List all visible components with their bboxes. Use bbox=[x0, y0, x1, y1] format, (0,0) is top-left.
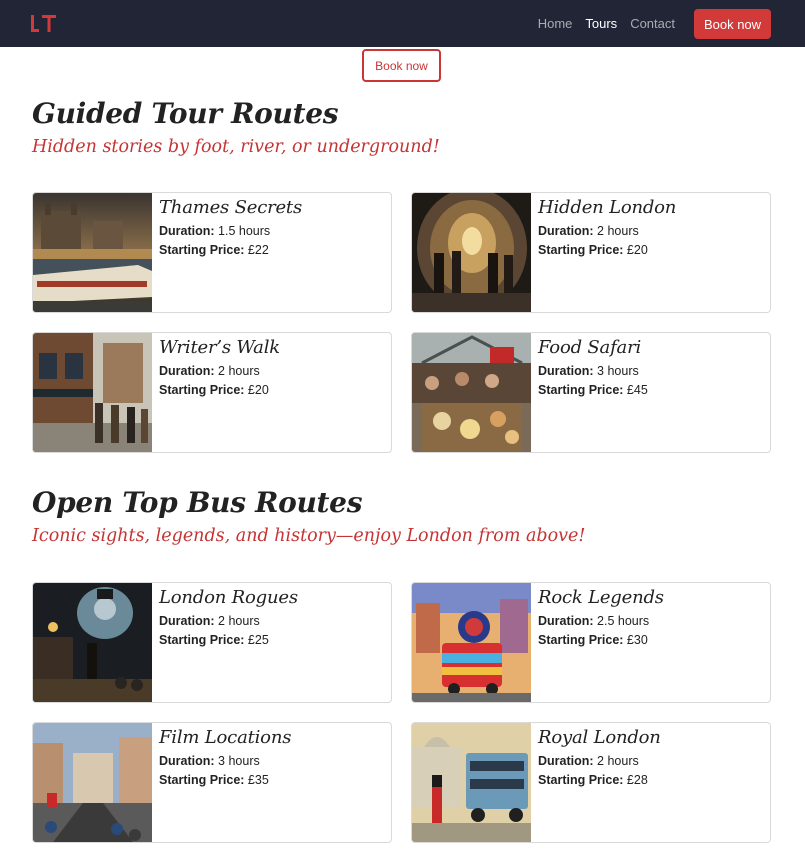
duration-label: Duration: bbox=[159, 224, 215, 238]
duration-label: Duration: bbox=[538, 614, 594, 628]
nav-link-home[interactable]: Home bbox=[538, 16, 573, 31]
duration-label: Duration: bbox=[159, 614, 215, 628]
tour-card-thames-secrets[interactable]: Thames Secrets Duration: 1.5 hours Start… bbox=[32, 192, 392, 313]
tour-card-writers-walk[interactable]: Writer’s Walk Duration: 2 hours Starting… bbox=[32, 332, 392, 453]
guided-tours-subtitle: Hidden stories by foot, river, or underg… bbox=[32, 137, 440, 157]
price-value: £35 bbox=[247, 773, 269, 787]
tour-price: Starting Price: £30 bbox=[538, 631, 664, 650]
duration-value: 1.5 hours bbox=[218, 224, 271, 238]
duration-label: Duration: bbox=[159, 754, 215, 768]
tour-title: Film Locations bbox=[159, 727, 292, 748]
tour-duration: Duration: 1.5 hours bbox=[159, 222, 302, 241]
tour-duration: Duration: 2 hours bbox=[538, 222, 676, 241]
tour-duration: Duration: 2 hours bbox=[159, 362, 280, 381]
card-body: Food Safari Duration: 3 hours Starting P… bbox=[538, 337, 648, 400]
duration-value: 2 hours bbox=[218, 614, 260, 628]
duration-label: Duration: bbox=[538, 224, 594, 238]
duration-value: 2 hours bbox=[597, 224, 639, 238]
tour-title: Food Safari bbox=[538, 337, 642, 358]
tour-price: Starting Price: £35 bbox=[159, 771, 291, 790]
price-value: £30 bbox=[626, 633, 648, 647]
duration-value: 3 hours bbox=[218, 754, 260, 768]
rock-legends-image bbox=[412, 583, 531, 702]
card-body: Royal London Duration: 2 hours Starting … bbox=[538, 727, 661, 790]
tour-title: Royal London bbox=[538, 727, 661, 748]
tour-card-film-locations[interactable]: Film Locations Duration: 3 hours Startin… bbox=[32, 722, 392, 843]
nav-link-tours[interactable]: Tours bbox=[585, 16, 617, 31]
tour-title: Thames Secrets bbox=[159, 197, 303, 218]
tour-duration: Duration: 2.5 hours bbox=[538, 612, 664, 631]
duration-value: 3 hours bbox=[597, 364, 639, 378]
food-safari-image bbox=[412, 333, 531, 452]
price-label: Starting Price: bbox=[538, 633, 624, 647]
card-body: London Rogues Duration: 2 hours Starting… bbox=[159, 587, 298, 650]
thames-secrets-image bbox=[33, 193, 152, 312]
duration-value: 2 hours bbox=[597, 754, 639, 768]
hidden-london-image bbox=[412, 193, 531, 312]
tour-duration: Duration: 2 hours bbox=[159, 612, 298, 631]
tour-price: Starting Price: £45 bbox=[538, 381, 648, 400]
tour-duration: Duration: 3 hours bbox=[538, 362, 648, 381]
duration-label: Duration: bbox=[538, 754, 594, 768]
nav-link-contact[interactable]: Contact bbox=[630, 16, 675, 31]
tour-title: Writer’s Walk bbox=[159, 337, 280, 358]
tour-card-royal-london[interactable]: Royal London Duration: 2 hours Starting … bbox=[411, 722, 771, 843]
price-value: £25 bbox=[247, 633, 269, 647]
bus-tours-heading: Open Top Bus Routes bbox=[32, 486, 363, 519]
tour-card-rock-legends[interactable]: Rock Legends Duration: 2.5 hours Startin… bbox=[411, 582, 771, 703]
tour-title: Hidden London bbox=[538, 197, 677, 218]
duration-label: Duration: bbox=[538, 364, 594, 378]
card-body: Writer’s Walk Duration: 2 hours Starting… bbox=[159, 337, 280, 400]
bus-tours-subtitle: Iconic sights, legends, and history—enjo… bbox=[32, 526, 586, 546]
price-value: £22 bbox=[247, 243, 269, 257]
guided-tours-heading: Guided Tour Routes bbox=[32, 97, 339, 130]
london-rogues-image bbox=[33, 583, 152, 702]
top-navbar: Home Tours Contact Book now bbox=[0, 0, 805, 47]
price-label: Starting Price: bbox=[159, 383, 245, 397]
price-label: Starting Price: bbox=[159, 243, 245, 257]
tour-title: London Rogues bbox=[159, 587, 298, 608]
card-body: Thames Secrets Duration: 1.5 hours Start… bbox=[159, 197, 302, 260]
duration-label: Duration: bbox=[159, 364, 215, 378]
price-label: Starting Price: bbox=[159, 633, 245, 647]
tour-price: Starting Price: £28 bbox=[538, 771, 661, 790]
tour-price: Starting Price: £22 bbox=[159, 241, 302, 260]
card-body: Film Locations Duration: 3 hours Startin… bbox=[159, 727, 291, 790]
price-value: £20 bbox=[247, 383, 269, 397]
duration-value: 2.5 hours bbox=[597, 614, 650, 628]
book-now-button[interactable]: Book now bbox=[362, 49, 441, 82]
tour-price: Starting Price: £25 bbox=[159, 631, 298, 650]
navbar-book-now-button[interactable]: Book now bbox=[694, 9, 771, 39]
tour-title: Rock Legends bbox=[538, 587, 664, 608]
film-locations-image bbox=[33, 723, 152, 842]
duration-value: 2 hours bbox=[218, 364, 260, 378]
tour-price: Starting Price: £20 bbox=[159, 381, 280, 400]
tour-duration: Duration: 3 hours bbox=[159, 752, 291, 771]
price-label: Starting Price: bbox=[538, 383, 624, 397]
price-value: £20 bbox=[626, 243, 648, 257]
tour-card-hidden-london[interactable]: Hidden London Duration: 2 hours Starting… bbox=[411, 192, 771, 313]
brand-logo-icon[interactable] bbox=[31, 15, 56, 33]
price-label: Starting Price: bbox=[159, 773, 245, 787]
price-label: Starting Price: bbox=[538, 243, 624, 257]
nav-links: Home Tours Contact bbox=[538, 16, 675, 31]
tour-card-london-rogues[interactable]: London Rogues Duration: 2 hours Starting… bbox=[32, 582, 392, 703]
price-value: £45 bbox=[626, 383, 648, 397]
tour-card-food-safari[interactable]: Food Safari Duration: 3 hours Starting P… bbox=[411, 332, 771, 453]
royal-london-image bbox=[412, 723, 531, 842]
tour-price: Starting Price: £20 bbox=[538, 241, 676, 260]
tour-duration: Duration: 2 hours bbox=[538, 752, 661, 771]
card-body: Hidden London Duration: 2 hours Starting… bbox=[538, 197, 676, 260]
price-label: Starting Price: bbox=[538, 773, 624, 787]
price-value: £28 bbox=[626, 773, 648, 787]
writers-walk-image bbox=[33, 333, 152, 452]
card-body: Rock Legends Duration: 2.5 hours Startin… bbox=[538, 587, 664, 650]
